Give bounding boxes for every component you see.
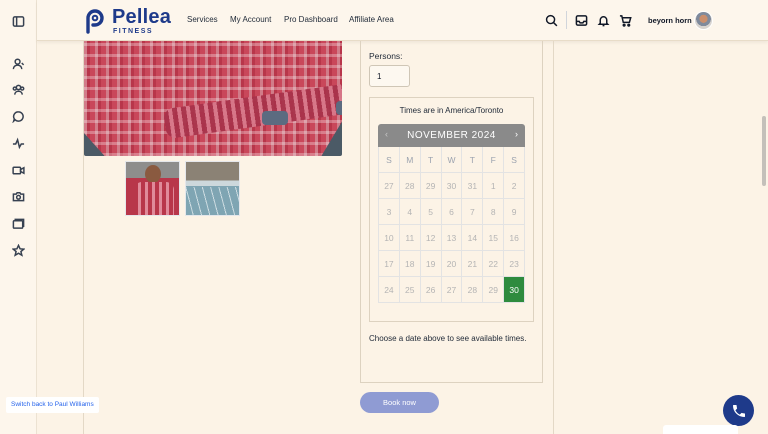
- calendar-day: 23: [504, 251, 526, 277]
- calendar-week-row: 24 25 26 27 28 29 30: [379, 277, 526, 303]
- calendar-day: 19: [420, 251, 442, 277]
- logo-brand-text: Pellea: [112, 6, 172, 28]
- calendar-weekday: W: [441, 147, 463, 173]
- calendar-day: 27: [441, 277, 463, 303]
- calendar-day: 11: [399, 225, 421, 251]
- persons-input[interactable]: [369, 65, 410, 87]
- inbox-icon[interactable]: [575, 14, 588, 27]
- calendar-day: 28: [399, 173, 421, 199]
- calendar-week-row: 17 18 19 20 21 22 23: [379, 251, 526, 277]
- nav-my-account[interactable]: My Account: [230, 15, 271, 24]
- username[interactable]: beyorn horn: [648, 16, 692, 25]
- users-icon[interactable]: [11, 82, 25, 96]
- pellea-logo[interactable]: Pellea FITNESS: [83, 7, 171, 35]
- calendar-day: 26: [420, 277, 442, 303]
- calendar-week-row: 10 11 12 13 14 15 16: [379, 225, 526, 251]
- activity-icon[interactable]: [11, 136, 25, 150]
- calendar-day: 29: [483, 277, 505, 303]
- calendar-grid: S M T W T F S 27 28 29 30 31 1 2 3 4 5 6 7 8 9 10 11 12 13 14 15 16…: [378, 147, 526, 303]
- calendar-day: 20: [441, 251, 463, 277]
- calendar-day: 8: [483, 199, 505, 225]
- phone-icon: [732, 404, 745, 417]
- calendar-day: 14: [462, 225, 484, 251]
- calendar-day: 5: [420, 199, 442, 225]
- bell-icon[interactable]: [597, 14, 610, 27]
- top-header: Pellea FITNESS Services My Account Pro D…: [37, 0, 768, 41]
- book-now-button[interactable]: Book now: [360, 392, 439, 413]
- sidebar-toggle-icon[interactable]: [11, 14, 25, 28]
- calendar-month-title: NOVEMBER 2024: [407, 130, 496, 141]
- cart-icon[interactable]: [619, 14, 632, 27]
- calendar-day: 10: [379, 225, 400, 251]
- header-divider: [566, 11, 567, 29]
- calendar-week-row: 3456789: [379, 199, 526, 225]
- calendar-week-row: 27 28 29 30 31 1 2: [379, 173, 526, 199]
- calendar-day: 21: [462, 251, 484, 277]
- calendar-day: 6: [441, 199, 463, 225]
- calendar-day: 25: [399, 277, 421, 303]
- logo-mark-icon: [86, 9, 104, 34]
- product-main-photo[interactable]: [84, 41, 342, 156]
- calendar-weekday: F: [483, 147, 505, 173]
- user-icon[interactable]: [11, 56, 25, 70]
- calendar-day: 27: [379, 173, 400, 199]
- calendar-day: 13: [441, 225, 463, 251]
- avatar[interactable]: [694, 11, 713, 30]
- nav-services[interactable]: Services: [187, 15, 218, 24]
- calendar-day: 24: [379, 277, 400, 303]
- calendar-weekday: M: [399, 147, 421, 173]
- nav-affiliate-area[interactable]: Affiliate Area: [349, 15, 394, 24]
- calendar-day: 12: [420, 225, 442, 251]
- chat-icon[interactable]: [11, 109, 25, 123]
- calendar-day: 18: [399, 251, 421, 277]
- content-divider: [553, 41, 554, 434]
- logo-sub-text: FITNESS: [113, 28, 154, 35]
- floating-card: [663, 425, 738, 434]
- calendar-day: 3: [379, 199, 400, 225]
- scrollbar-thumb[interactable]: [762, 116, 766, 186]
- calendar-day: 29: [420, 173, 442, 199]
- video-icon[interactable]: [11, 163, 25, 177]
- calendar-day: 17: [379, 251, 400, 277]
- folders-icon[interactable]: [11, 216, 25, 230]
- calendar-day: 1: [483, 173, 505, 199]
- product-thumbnail-2[interactable]: [185, 161, 240, 216]
- calendar-day: 15: [483, 225, 505, 251]
- calendar-weekday: T: [420, 147, 442, 173]
- persons-label: Persons:: [369, 51, 403, 61]
- calendar-day: 16: [504, 225, 526, 251]
- product-thumbnail-1[interactable]: [125, 161, 180, 216]
- nav-pro-dashboard[interactable]: Pro Dashboard: [284, 15, 338, 24]
- calendar-day: 30: [441, 173, 463, 199]
- calendar-day: 22: [483, 251, 505, 277]
- switch-back-link[interactable]: Switch back to Paul Williams: [6, 397, 99, 413]
- calendar-day: 2: [504, 173, 526, 199]
- calendar-weekday: S: [504, 147, 526, 173]
- calendar-day: 4: [399, 199, 421, 225]
- calendar-day-selected[interactable]: 30: [504, 277, 526, 303]
- search-icon[interactable]: [545, 14, 558, 27]
- calendar-day: 9: [504, 199, 526, 225]
- calendar-weekday-row: SMTWTFS: [379, 147, 526, 173]
- calendar-day: 31: [462, 173, 484, 199]
- calendar-weekday: S: [379, 147, 400, 173]
- camera-icon[interactable]: [11, 189, 25, 203]
- star-icon[interactable]: [11, 243, 25, 257]
- page-scrollbar[interactable]: [761, 41, 768, 434]
- timezone-text: Times are in America/Toronto: [399, 106, 504, 115]
- left-sidebar: [0, 0, 37, 434]
- calendar-day: 7: [462, 199, 484, 225]
- calendar-weekday: T: [462, 147, 484, 173]
- calendar-day: 28: [462, 277, 484, 303]
- calendar-header: ‹ NOVEMBER 2024 ›: [378, 124, 525, 147]
- phone-call-button[interactable]: [723, 395, 754, 426]
- availability-hint: Choose a date above to see available tim…: [369, 334, 527, 343]
- calendar-next-button[interactable]: ›: [515, 129, 518, 139]
